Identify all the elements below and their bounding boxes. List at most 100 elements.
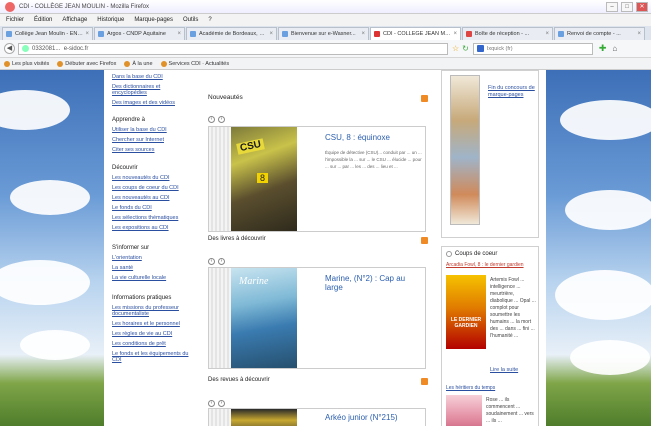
section-title: Découvrir	[112, 165, 138, 171]
menu-outils[interactable]: Outils	[183, 17, 198, 23]
reload-icon[interactable]: ↻	[462, 44, 469, 53]
nav-link[interactable]: Les conditions de prêt	[112, 341, 192, 347]
tab-active[interactable]: CDI - COLLÈGE JEAN MOUL...×	[370, 27, 461, 40]
news-card[interactable]: CSU 8 CSU, 8 : équinoxe Équipe de détect…	[208, 126, 426, 232]
nav-link[interactable]: Les sélections thématiques	[112, 215, 192, 221]
section-title: Informations pratiques	[112, 295, 172, 301]
reviews-title: Des revues à découvrir	[208, 377, 270, 383]
book-cover-image[interactable]: Marine	[231, 268, 297, 368]
coeur-book-link[interactable]: Arcadia Fowl, 8 : le dernier gardien	[446, 262, 538, 269]
second-book-text: Rose ... ils commencent ... soudainement…	[486, 397, 534, 424]
nav-link[interactable]: Des dictionnaires et encyclopédies	[112, 84, 192, 96]
menu-fichier[interactable]: Fichier	[6, 17, 24, 23]
navigation-bar: ◀ 0332081... e-sidoc.fr ☆ ↻ Ixquick (fr)…	[0, 40, 651, 58]
close-tab-icon[interactable]: ×	[359, 31, 365, 37]
rss-icon[interactable]	[421, 378, 428, 385]
tab-bar: Collège Jean Moulin - ENT... × Argos - CN…	[0, 26, 651, 40]
nav-link[interactable]: La vie culturelle locale	[112, 275, 192, 281]
nav-link[interactable]: Les règles de vie au CDI	[112, 331, 192, 337]
contest-link[interactable]: Fin du concours de marque-pages	[488, 85, 536, 99]
nav-link[interactable]: Utiliser la base du CDI	[112, 127, 192, 133]
bookmark-drawing-image[interactable]	[450, 75, 480, 225]
tab-4[interactable]: Bienvenue sur e-Wasner... ×	[278, 27, 369, 40]
second-book-link[interactable]: Les héritiers du temps	[446, 385, 495, 392]
book-card-title[interactable]: Marine, (N°2) : Cap au large	[325, 274, 425, 292]
magazine-cover-image[interactable]	[231, 409, 297, 426]
tab-1[interactable]: Collège Jean Moulin - ENT... ×	[2, 27, 93, 40]
rss-icon[interactable]	[421, 95, 428, 102]
back-button[interactable]: ◀	[4, 43, 15, 54]
next-icon[interactable]: ›	[218, 116, 225, 123]
close-tab-icon[interactable]: ×	[83, 31, 89, 37]
bookmark-getting-started[interactable]: Débuter avec Firefox	[57, 60, 116, 67]
next-icon[interactable]: ›	[218, 400, 225, 407]
bookmark-a-la-une[interactable]: À la une	[124, 60, 153, 67]
nav-link[interactable]: Les expositions au CDI	[112, 225, 192, 231]
bookmark-icon	[57, 60, 64, 67]
download-icon[interactable]: ✚	[599, 43, 607, 54]
prev-icon[interactable]: ‹	[208, 258, 215, 265]
home-icon[interactable]: ⌂	[612, 44, 617, 53]
nav-link[interactable]: Les missions du professeur documentalist…	[112, 305, 192, 317]
next-icon[interactable]: ›	[218, 258, 225, 265]
nav-link[interactable]: Le fonds du CDI	[112, 205, 192, 211]
nav-link[interactable]: Chercher sur Internet	[112, 137, 192, 143]
nav-link[interactable]: Les coups de coeur du CDI	[112, 185, 192, 191]
prev-icon[interactable]: ‹	[208, 400, 215, 407]
prev-icon[interactable]: ‹	[208, 116, 215, 123]
bookmark-most-visited[interactable]: Les plus visités	[4, 60, 49, 67]
tab-6[interactable]: Boîte de réception - ... ×	[462, 27, 553, 40]
review-card-title[interactable]: Arkéo junior (N°215)	[325, 413, 398, 422]
news-card-title[interactable]: CSU, 8 : équinoxe	[325, 133, 390, 142]
menu-historique[interactable]: Historique	[97, 17, 124, 23]
nav-link[interactable]: Citer ses sources	[112, 147, 192, 153]
window-title: CDI - COLLÈGE JEAN MOULIN - Mozilla Fire…	[19, 3, 150, 10]
close-window-button[interactable]: ✕	[636, 1, 648, 12]
tab-favicon	[466, 31, 472, 37]
cover-badge: 8	[257, 173, 269, 183]
window-titlebar: CDI - COLLÈGE JEAN MOULIN - Mozilla Fire…	[0, 0, 651, 14]
nav-link[interactable]: Les horaires et le personnel	[112, 321, 192, 327]
menu-affichage[interactable]: Affichage	[62, 17, 87, 23]
cloud-decoration	[20, 330, 90, 360]
search-engine-icon[interactable]	[476, 45, 484, 52]
close-tab-icon[interactable]: ×	[635, 31, 641, 37]
bookmark-services-cdi[interactable]: Services CDI · Actualités	[160, 60, 229, 67]
close-tab-icon[interactable]: ×	[451, 31, 457, 37]
nav-link[interactable]: L'orientation	[112, 255, 192, 261]
url-bar[interactable]: 0332081... e-sidoc.fr	[18, 42, 448, 55]
menu-help[interactable]: ?	[208, 17, 211, 23]
nav-link[interactable]: Les nouveautés du CDI	[112, 175, 192, 181]
news-card-desc: Équipe de détective (CSU)... conduit par…	[325, 150, 422, 169]
book-card[interactable]: Marine Marine, (N°2) : Cap au large	[208, 267, 426, 369]
coeur-book-cover[interactable]: LE DERNIER GARDIEN	[446, 275, 486, 349]
coeur-cover-title: LE DERNIER GARDIEN	[450, 317, 482, 329]
nav-link[interactable]: La santé	[112, 265, 192, 271]
second-book-cover[interactable]	[446, 395, 482, 426]
read-more-link[interactable]: Lire la suite	[490, 367, 518, 374]
menu-marque-pages[interactable]: Marque-pages	[134, 17, 173, 23]
tab-3[interactable]: Académie de Bordeaux, acc... ×	[186, 27, 277, 40]
close-tab-icon[interactable]: ×	[267, 31, 273, 37]
nav-link[interactable]: Des images et des vidéos	[112, 100, 192, 106]
close-tab-icon[interactable]: ×	[543, 31, 549, 37]
minimize-button[interactable]: –	[606, 1, 618, 12]
site-identity-icon[interactable]	[22, 45, 29, 52]
nav-link[interactable]: Le fonds et les équipements du CDI	[112, 351, 192, 363]
bookmark-star-icon[interactable]: ☆	[452, 44, 459, 53]
book-cover-image[interactable]: CSU 8	[231, 127, 297, 231]
search-input[interactable]: Ixquick (fr)	[472, 42, 593, 55]
nav-link[interactable]: Les nouveautés au CDI	[112, 195, 192, 201]
maximize-button[interactable]: □	[621, 1, 633, 12]
close-tab-icon[interactable]: ×	[175, 31, 181, 37]
cloud-decoration	[0, 260, 90, 305]
menu-edition[interactable]: Édition	[34, 17, 52, 23]
tab-2[interactable]: Argos - CNDP Aquitaine ×	[94, 27, 185, 40]
heart-icon	[446, 251, 452, 257]
nav-link[interactable]: Dans la base du CDI	[112, 74, 192, 80]
card-stripe	[209, 127, 231, 231]
rss-icon[interactable]	[421, 237, 428, 244]
tab-7[interactable]: Renvoi de compte - ... ×	[554, 27, 645, 40]
review-card[interactable]: Arkéo junior (N°215)	[208, 408, 426, 426]
main-column: Nouveautés ‹ › CSU 8 CSU, 8 : équinoxe É…	[208, 70, 428, 426]
